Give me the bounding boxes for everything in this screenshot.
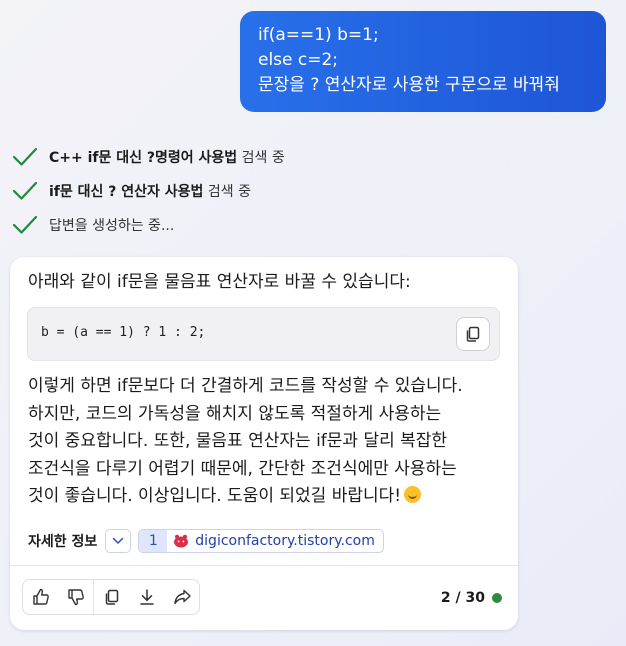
turn-counter: 2 / 30 [441,590,502,606]
references-row: 자세한 정보 1 digiconfactory.tistory.com [28,529,384,553]
search-step-query: if문 대신 ? 연산자 사용법 [49,184,204,200]
references-label: 자세한 정보 [28,534,98,550]
search-step: 답변을 생성하는 중... [12,208,174,242]
checkmark-icon [12,215,38,234]
reference-link[interactable]: 1 digiconfactory.tistory.com [138,529,384,553]
response-line: 것이 좋습니다. 이상입니다. 도움이 되었길 바랍니다! [28,486,402,507]
search-step-status: 검색 중 [237,150,285,166]
copy-icon [466,326,480,342]
smiling-face-icon [404,486,422,504]
code-block: b = (a == 1) ? 1 : 2; [27,307,500,361]
response-intro: 아래와 같이 if문을 물음표 연산자로 바꿀 수 있습니다: [28,272,411,292]
thumbs-up-icon [32,588,49,605]
status-dot [492,593,502,603]
user-message-line: else c=2; [258,50,339,70]
user-message-bubble: if(a==1) b=1; else c=2; 문장을 ? 연산자로 사용한 구… [240,11,606,112]
search-step-status: 답변을 생성하는 중... [49,218,175,234]
response-line: 하지만, 코드의 가독성을 해치지 않도록 적절하게 사용하는 [28,403,442,424]
export-button[interactable] [129,580,164,614]
like-button[interactable] [23,580,58,614]
search-step: if문 대신 ? 연산자 사용법 검색 중 [12,174,251,208]
references-expand-button[interactable] [105,529,132,553]
code-text: b = (a == 1) ? 1 : 2; [41,325,206,340]
reference-site-label: digiconfactory.tistory.com [195,533,375,549]
response-actions [22,579,200,615]
search-step-status: 검색 중 [203,184,251,200]
search-step-query: C++ if문 대신 ?명령어 사용법 [49,150,238,166]
reference-number: 1 [139,530,168,552]
chevron-down-icon [113,537,124,545]
turn-counter-text: 2 / 30 [440,590,485,606]
checkmark-icon [12,181,38,200]
user-message-line: 문장을 ? 연산자로 사용한 구문으로 바꿔줘 [258,75,560,95]
site-favicon-icon [174,534,189,548]
search-step: C++ if문 대신 ?명령어 사용법 검색 중 [12,140,285,174]
copy-code-button[interactable] [456,317,490,351]
share-icon [173,589,191,605]
dislike-button[interactable] [58,580,94,614]
response-card: 아래와 같이 if문을 물음표 연산자로 바꿀 수 있습니다: b = (a =… [10,257,518,630]
response-line: 이렇게 하면 if문보다 더 간결하게 코드를 작성할 수 있습니다. [28,376,463,396]
user-message-line: if(a==1) b=1; [258,25,379,45]
divider [10,565,518,566]
share-button[interactable] [164,580,199,614]
copy-icon [105,589,118,605]
response-line: 것이 중요합니다. 또한, 물음표 연산자는 if문과 달리 복잡한 [28,431,448,452]
response-body: 이렇게 하면 if문보다 더 간결하게 코드를 작성할 수 있습니다. 하지만,… [28,373,508,511]
response-line: 조건식을 다루기 어렵기 때문에, 간단한 조건식에만 사용하는 [28,458,457,479]
copy-response-button[interactable] [94,580,129,614]
thumbs-down-icon [67,589,84,606]
download-icon [139,589,154,605]
checkmark-icon [12,147,38,166]
